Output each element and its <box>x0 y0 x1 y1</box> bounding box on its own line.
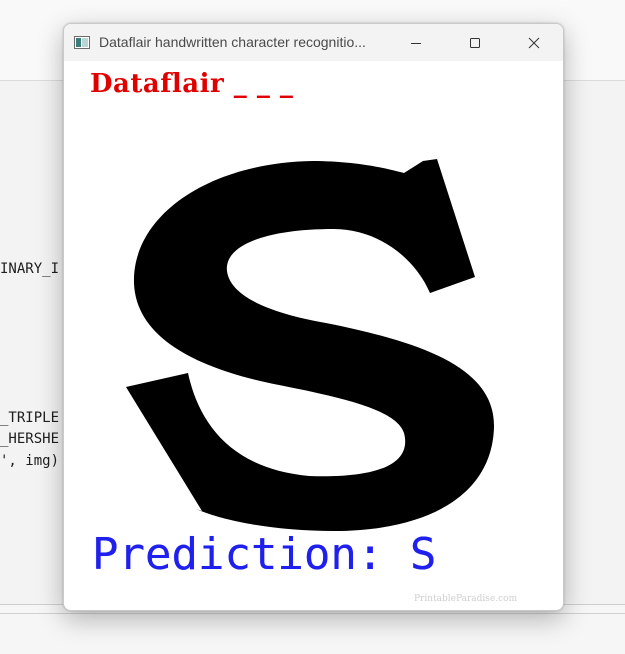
maximize-icon <box>470 37 480 48</box>
prediction-label: Prediction: S <box>92 529 437 580</box>
maximize-button[interactable] <box>446 24 504 61</box>
close-icon <box>528 37 540 48</box>
window-title: Dataflair handwritten character recognit… <box>99 34 366 50</box>
code-fragment: _HERSHE <box>0 431 60 447</box>
code-fragment: INARY_I <box>0 261 60 277</box>
brand-label: Dataflair _ _ _ <box>90 69 294 99</box>
code-fragment: ', img) <box>0 453 60 469</box>
window-titlebar[interactable]: Dataflair handwritten character recognit… <box>64 24 563 61</box>
image-canvas: Dataflair _ _ _ Prediction: S PrintableP… <box>64 61 563 610</box>
opencv-window: Dataflair handwritten character recognit… <box>63 23 564 611</box>
minimize-button[interactable] <box>387 24 445 61</box>
app-icon <box>74 36 90 49</box>
background-editor-bottom <box>0 604 625 654</box>
close-button[interactable] <box>505 24 563 61</box>
handwritten-letter-s-image <box>126 159 495 531</box>
watermark-text: PrintableParadise.com <box>414 594 518 604</box>
minimize-icon <box>411 42 421 44</box>
code-fragment: _TRIPLE <box>0 410 60 426</box>
